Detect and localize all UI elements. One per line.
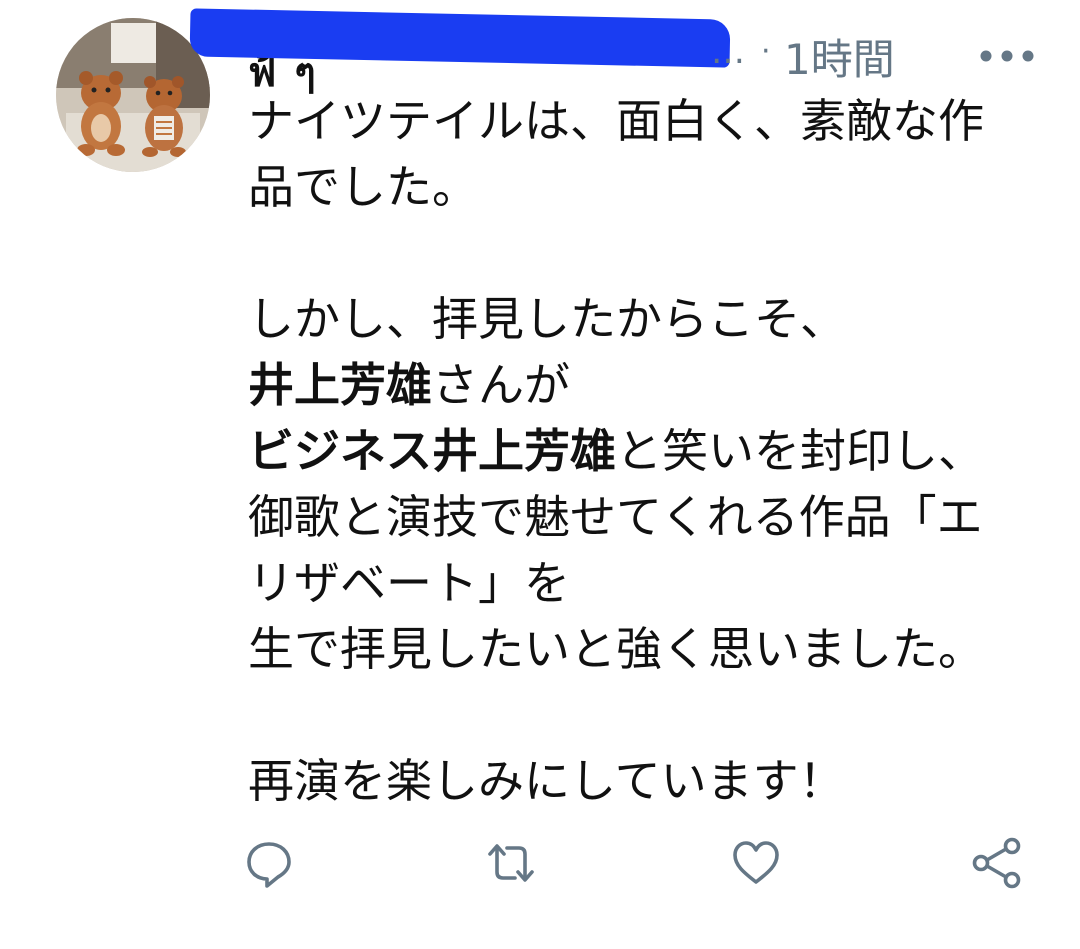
tweet-text-line: 生で拝見したいと強く思いました。 xyxy=(248,616,1048,682)
text-segment: 生で拝見したいと強く思いました。 xyxy=(248,622,984,676)
tweet-text-line: ナイツテイルは、面白く、素敵な作 xyxy=(248,88,1048,154)
text-segment: 御歌と演技で魅せてくれる作品「エ xyxy=(248,490,983,544)
text-segment: と笑いを封印し、 xyxy=(616,424,984,478)
reply-button[interactable] xyxy=(240,834,298,892)
retweet-button[interactable] xyxy=(482,834,540,892)
bold-text: ビジネス井上芳雄 xyxy=(248,424,616,478)
reply-icon xyxy=(247,842,291,888)
separator-dot: · xyxy=(761,34,771,69)
text-segment: しかし、拝見したからこそ、 xyxy=(248,292,846,346)
avatar-image xyxy=(56,18,210,172)
tweet-text-line: 品でした。 xyxy=(248,154,1048,220)
tweet-text-line: 御歌と演技で魅せてくれる作品「エ xyxy=(248,484,1048,550)
avatar[interactable] xyxy=(56,18,210,172)
tweet-text-line: 再演を楽しみにしています！ xyxy=(248,748,1048,814)
text-segment: さんが xyxy=(432,358,570,412)
tweet-text-line: 井上芳雄さんが xyxy=(248,352,1048,418)
text-segment: 再演を楽しみにしています！ xyxy=(248,754,845,808)
tweet-text-line: しかし、拝見したからこそ、 xyxy=(248,286,1048,352)
like-button[interactable] xyxy=(727,834,785,892)
retweet-icon xyxy=(488,844,534,882)
tweet-header: ฟ้ ๆ … · 1時間 xyxy=(189,8,1040,96)
text-segment: 品でした。 xyxy=(248,160,478,214)
handle-ellipsis: … xyxy=(711,32,745,72)
text-segment: ナイツテイルは、面白く、素敵な作 xyxy=(248,94,984,148)
share-button[interactable] xyxy=(968,834,1026,892)
tweet-text-line: リザベート」を xyxy=(248,550,1048,616)
more-options-button[interactable] xyxy=(974,36,1040,76)
heart-icon xyxy=(733,841,779,884)
more-dots-icon xyxy=(980,50,1034,62)
share-icon xyxy=(972,837,1021,889)
bold-text: 井上芳雄 xyxy=(248,358,432,412)
tweet-text: ナイツテイルは、面白く、素敵な作 品でした。 しかし、拝見したからこそ、 井上芳雄さん… xyxy=(248,88,1048,814)
tweet-text-line: ビジネス井上芳雄と笑いを封印し、 xyxy=(248,418,1048,484)
tweet-timestamp[interactable]: 1時間 xyxy=(784,26,895,87)
tweet-actions xyxy=(240,834,1040,894)
text-segment: リザベート」を xyxy=(248,556,570,610)
